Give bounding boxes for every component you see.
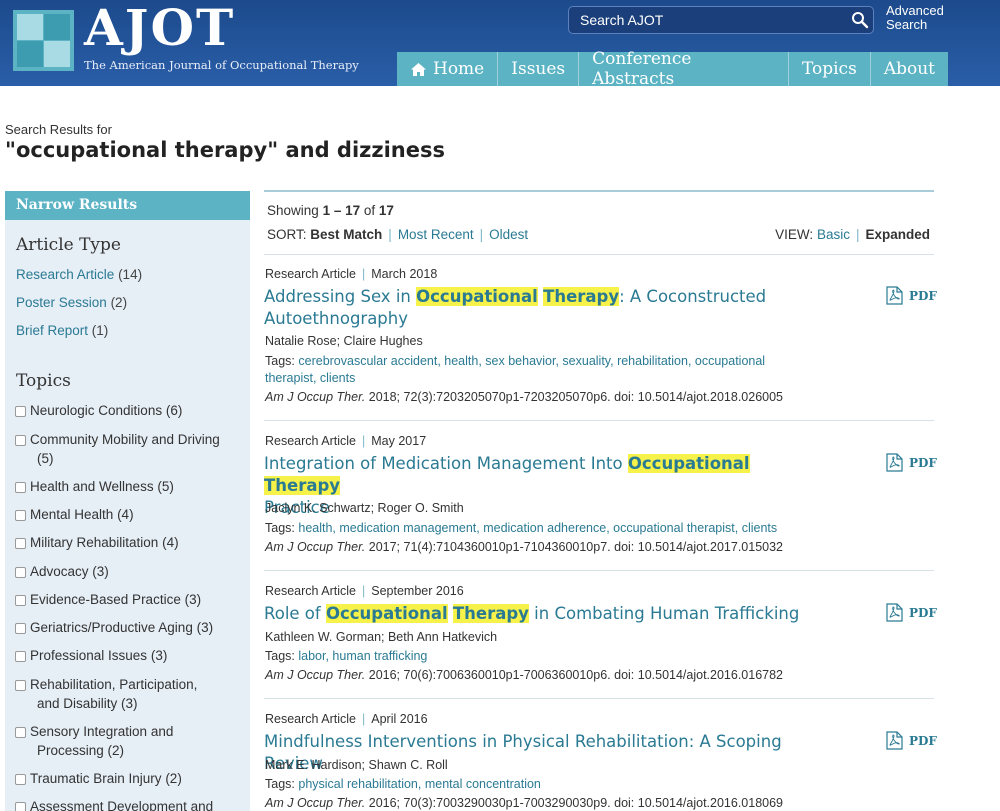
results-count: Showing 1 – 17 of 17 [267,203,394,218]
pdf-link[interactable]: PDF [886,453,937,472]
home-icon [411,62,426,76]
article-citation: Am J Occup Ther. 2016; 70(3):7003290030p… [265,796,784,810]
filter-research-article[interactable]: Research Article (14) [16,267,142,282]
pdf-link[interactable]: PDF [886,603,937,622]
article-tags: Tags: labor, human trafficking [265,649,428,663]
topic-traumatic-brain-injury[interactable]: Traumatic Brain Injury (2) [15,769,245,788]
advanced-search-link[interactable]: Advanced Search [886,4,944,32]
topic-checkbox[interactable] [15,406,26,417]
topic-checkbox[interactable] [15,538,26,549]
topic-checkbox[interactable] [15,802,26,811]
view-basic[interactable]: Basic [817,227,850,242]
topic-rehabilitation-participation[interactable]: Rehabilitation, Participation, and Disab… [15,675,245,713]
topic-checkbox[interactable] [15,510,26,521]
article-meta: Research Article | March 2018 [265,267,438,281]
site-header: AJOT The American Journal of Occupationa… [0,0,1000,89]
search-box [568,6,874,34]
topic-checkbox[interactable] [15,435,26,446]
search-query-title: "occupational therapy" and dizziness [5,138,445,162]
article-authors: Jaclyn K. Schwartz; Roger O. Smith [265,501,464,515]
sort-oldest[interactable]: Oldest [489,227,528,242]
article-citation: Am J Occup Ther. 2018; 72(3):7203205070p… [265,390,784,404]
topic-checkbox[interactable] [15,774,26,785]
article-tags: Tags: physical rehabilitation, mental co… [265,777,541,791]
divider [264,570,934,571]
article-authors: Mark E. Hardison; Shawn C. Roll [265,758,448,772]
sort-controls: SORT: Best Match | Most Recent | Oldest [267,227,529,242]
pdf-link[interactable]: PDF [886,286,937,305]
topic-neurologic-conditions[interactable]: Neurologic Conditions (6) [15,401,245,420]
article-authors: Natalie Rose; Claire Hughes [265,334,423,348]
narrow-results-sidebar: Narrow Results Article Type Research Art… [5,191,250,811]
article-authors: Kathleen W. Gorman; Beth Ann Hatkevich [265,630,498,644]
nav-conference-abstracts[interactable]: Conference Abstracts [579,49,789,89]
topic-geriatrics[interactable]: Geriatrics/Productive Aging (3) [15,618,245,637]
divider [264,420,934,421]
topic-community-mobility[interactable]: Community Mobility and Driving (5) [15,430,245,468]
topic-checkbox[interactable] [15,595,26,606]
nav-home[interactable]: Home [397,52,499,86]
article-tags: Tags: health, medication management, med… [265,521,778,535]
topic-checkbox[interactable] [15,727,26,738]
topic-assessment-development[interactable]: Assessment Development and [15,797,245,811]
nav-topics[interactable]: Topics [789,52,871,86]
article-meta: Research Article | September 2016 [265,584,464,598]
results-divider [264,190,934,192]
sort-most-recent[interactable]: Most Recent [398,227,474,242]
topic-checkbox[interactable] [15,651,26,662]
topic-checkbox[interactable] [15,567,26,578]
article-title[interactable]: Addressing Sex in Occupational Therapy: … [264,286,824,330]
nav-about[interactable]: About [871,52,948,86]
article-tags: Tags: cerebrovascular accident, health, … [265,354,766,385]
topic-mental-health[interactable]: Mental Health (4) [15,505,245,524]
logo-text[interactable]: AJOT [84,0,235,57]
article-type-heading: Article Type [16,235,121,255]
topic-checkbox[interactable] [15,680,26,691]
topic-sensory-integration[interactable]: Sensory Integration and Processing (2) [15,722,245,760]
pdf-icon [886,286,903,305]
pdf-icon [886,731,903,750]
search-input[interactable] [569,7,839,33]
view-controls: VIEW: Basic | Expanded [775,227,930,242]
filter-brief-report[interactable]: Brief Report (1) [16,323,108,338]
topic-checkbox[interactable] [15,623,26,634]
results-for-label: Search Results for [5,122,112,137]
pdf-icon [886,603,903,622]
topic-health-wellness[interactable]: Health and Wellness (5) [15,477,245,496]
filter-poster-session[interactable]: Poster Session (2) [16,295,127,310]
topics-heading: Topics [16,371,71,391]
view-expanded[interactable]: Expanded [865,227,930,242]
pdf-link[interactable]: PDF [886,731,937,750]
logo-subtitle: The American Journal of Occupational The… [84,58,359,72]
topic-professional-issues[interactable]: Professional Issues (3) [15,646,245,665]
divider [264,254,934,255]
topic-evidence-based-practice[interactable]: Evidence-Based Practice (3) [15,590,245,609]
nav-issues[interactable]: Issues [498,52,580,86]
sidebar-title: Narrow Results [5,191,250,220]
topic-military-rehabilitation[interactable]: Military Rehabilitation (4) [15,533,245,552]
search-icon[interactable] [851,11,869,29]
divider [264,698,934,699]
sort-best-match[interactable]: Best Match [310,227,382,242]
article-citation: Am J Occup Ther. 2017; 71(4):7104360010p… [265,540,784,554]
article-citation: Am J Occup Ther. 2016; 70(6):7006360010p… [265,668,784,682]
topic-advocacy[interactable]: Advocacy (3) [15,562,245,581]
article-title[interactable]: Role of Occupational Therapy in Combatin… [264,603,824,625]
article-meta: Research Article | April 2016 [265,712,428,726]
ajot-logo-icon[interactable] [13,10,74,71]
article-meta: Research Article | May 2017 [265,434,427,448]
main-nav: Home Issues Conference Abstracts Topics … [397,49,948,89]
topic-checkbox[interactable] [15,482,26,493]
pdf-icon [886,453,903,472]
